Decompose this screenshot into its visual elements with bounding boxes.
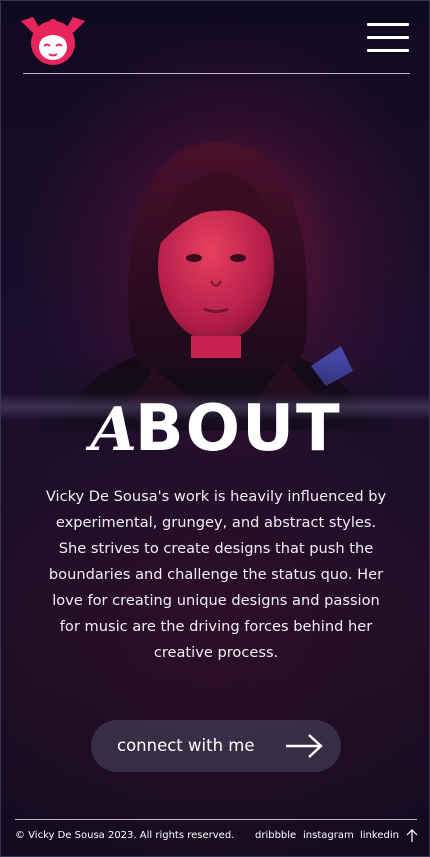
dribbble-link[interactable]: dribbble xyxy=(255,830,296,841)
arrow-right-icon xyxy=(286,734,323,758)
title-rest: BOUT xyxy=(134,392,342,466)
linkedin-link[interactable]: linkedin xyxy=(360,830,399,841)
about-page: ABOUT Vicky De Sousa's work is heavily i… xyxy=(0,0,430,857)
menu-line xyxy=(367,49,409,52)
portrait-photo xyxy=(41,131,391,431)
title-initial: A xyxy=(90,395,137,465)
arrow-up-icon[interactable] xyxy=(406,829,418,843)
connect-button-label: connect with me xyxy=(117,736,255,755)
girl-face-logo-icon[interactable] xyxy=(19,13,87,69)
header-divider xyxy=(23,73,410,74)
instagram-link[interactable]: instagram xyxy=(303,830,354,841)
copyright-text: © Vicky De Sousa 2023. All rights reserv… xyxy=(15,830,235,841)
hamburger-menu-icon[interactable] xyxy=(367,23,409,55)
about-bio: Vicky De Sousa's work is heavily influen… xyxy=(45,488,387,661)
menu-line xyxy=(367,36,409,39)
connect-button[interactable]: connect with me xyxy=(91,720,341,772)
page-title: ABOUT xyxy=(1,397,429,461)
menu-line xyxy=(367,23,409,26)
footer-divider xyxy=(15,819,417,820)
